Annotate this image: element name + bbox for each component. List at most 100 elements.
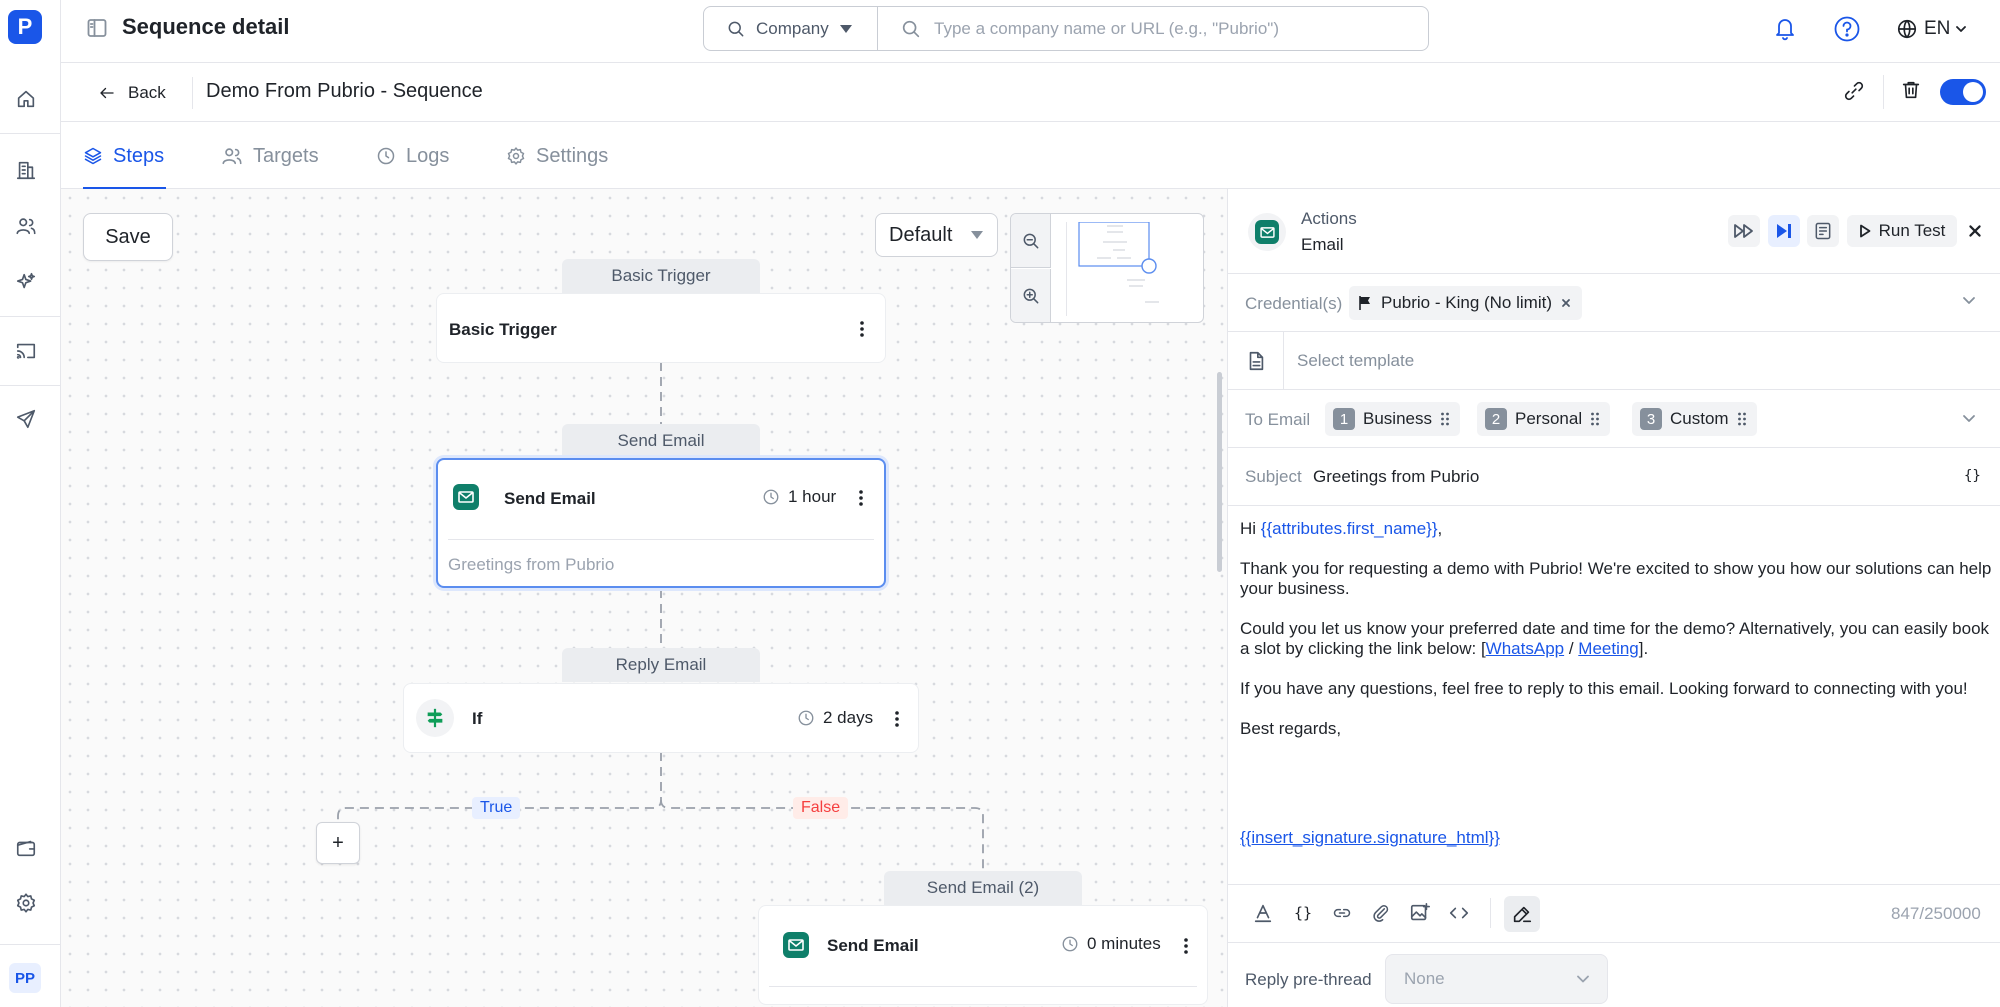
run-test-button[interactable]: Run Test bbox=[1847, 215, 1957, 247]
code-icon[interactable] bbox=[1446, 900, 1472, 926]
play-icon bbox=[1859, 224, 1871, 238]
more-vertical-icon[interactable] bbox=[859, 319, 865, 339]
send-email-node[interactable]: Send Email 1 hour Greetings from Pubrio bbox=[436, 458, 886, 588]
branch-icon bbox=[416, 699, 454, 737]
trigger-node[interactable]: Basic Trigger bbox=[436, 293, 886, 363]
flag-icon bbox=[1359, 296, 1370, 310]
save-button[interactable]: Save bbox=[83, 213, 173, 261]
run-test-label: Run Test bbox=[1878, 221, 1946, 240]
preview-button[interactable] bbox=[1807, 215, 1839, 247]
to-email-chip-personal[interactable]: 2 Personal bbox=[1477, 402, 1611, 436]
zoom-in-button[interactable] bbox=[1011, 269, 1051, 322]
chip-order: 2 bbox=[1485, 408, 1507, 430]
subject-label: Subject bbox=[1245, 467, 1302, 486]
zoom-out-icon bbox=[1023, 233, 1038, 248]
signature-variable[interactable]: {{insert_signature.signature_html}} bbox=[1240, 828, 1500, 848]
node-delay: 0 minutes bbox=[1061, 934, 1161, 954]
email-action-icon bbox=[1248, 213, 1286, 251]
whatsapp-link[interactable]: WhatsApp bbox=[1486, 639, 1564, 658]
more-vertical-icon[interactable] bbox=[894, 709, 900, 729]
node-tag-send-email: Send Email bbox=[562, 424, 760, 458]
character-count: 847/250000 bbox=[1891, 904, 1981, 923]
drag-handle-icon[interactable] bbox=[1590, 411, 1600, 427]
chevron-down-icon[interactable] bbox=[1962, 414, 1976, 424]
bell-icon[interactable] bbox=[1773, 15, 1799, 43]
step-forward-icon bbox=[1777, 224, 1791, 238]
template-select[interactable]: Select template bbox=[1297, 351, 1414, 371]
body-paragraph: Could you let us know your preferred dat… bbox=[1240, 619, 1990, 658]
chevron-down-icon bbox=[1956, 26, 1967, 32]
paperclip-icon[interactable] bbox=[1368, 900, 1394, 926]
drag-handle-icon[interactable] bbox=[1440, 411, 1450, 427]
email-icon bbox=[453, 484, 479, 510]
remove-icon[interactable] bbox=[1560, 297, 1572, 309]
language-select[interactable]: EN bbox=[1896, 10, 1986, 48]
layout-select[interactable]: Default bbox=[875, 213, 998, 257]
zoom-panel bbox=[1010, 213, 1204, 323]
node-tag-trigger: Basic Trigger bbox=[562, 259, 760, 293]
divider bbox=[1883, 75, 1884, 109]
pen-icon bbox=[1513, 906, 1532, 923]
divider bbox=[1490, 898, 1491, 928]
branch-false-label: False bbox=[793, 797, 849, 819]
reply-prethread-select[interactable]: None bbox=[1385, 954, 1608, 1004]
image-icon[interactable] bbox=[1407, 900, 1433, 926]
step-forward-button[interactable] bbox=[1768, 215, 1800, 247]
zoom-out-button[interactable] bbox=[1011, 214, 1051, 268]
divider bbox=[1283, 332, 1284, 390]
sequence-enabled-toggle[interactable] bbox=[1940, 79, 1986, 105]
node-divider bbox=[448, 539, 874, 540]
clock-icon bbox=[798, 710, 814, 726]
skip-forward-button[interactable] bbox=[1728, 215, 1760, 247]
subject-input[interactable]: Greetings from Pubrio bbox=[1313, 467, 1479, 487]
to-email-chip-business[interactable]: 1 Business bbox=[1325, 402, 1460, 436]
clock-icon bbox=[763, 489, 779, 505]
to-email-label: To Email bbox=[1245, 410, 1311, 429]
close-icon[interactable] bbox=[1964, 220, 1986, 242]
drag-handle-icon[interactable] bbox=[1737, 411, 1747, 427]
chevron-down-icon[interactable] bbox=[1962, 296, 1976, 306]
chip-order: 1 bbox=[1333, 408, 1355, 430]
send-email-2-node[interactable]: Send Email 0 minutes bbox=[758, 905, 1208, 1005]
clock-icon bbox=[1062, 936, 1078, 952]
minimap[interactable] bbox=[1066, 222, 1196, 316]
toggle-knob bbox=[1963, 82, 1983, 102]
body-paragraph: If you have any questions, feel free to … bbox=[1240, 679, 1968, 698]
email-icon bbox=[783, 932, 809, 958]
help-icon[interactable] bbox=[1833, 15, 1861, 43]
credentials-row bbox=[1228, 274, 2000, 332]
fast-forward-icon bbox=[1734, 224, 1753, 238]
credentials-label: Credential(s) bbox=[1245, 294, 1343, 313]
globe-icon bbox=[1897, 19, 1917, 39]
body-signoff: Best regards, bbox=[1240, 719, 1342, 738]
panel-type: Email bbox=[1301, 235, 1344, 254]
to-email-chip-custom[interactable]: 3 Custom bbox=[1632, 402, 1757, 436]
trash-icon[interactable] bbox=[1900, 79, 1924, 103]
variable-braces-icon[interactable]: {} bbox=[1290, 900, 1316, 926]
signature-button[interactable] bbox=[1504, 896, 1540, 932]
more-vertical-icon[interactable] bbox=[858, 488, 864, 508]
email-body-editor[interactable]: Hi {{attributes.first_name}}, Thank you … bbox=[1240, 519, 1992, 759]
chip-label: Custom bbox=[1670, 409, 1729, 428]
add-step-button[interactable]: + bbox=[316, 822, 360, 864]
more-vertical-icon[interactable] bbox=[1183, 936, 1189, 956]
link-icon[interactable] bbox=[1843, 80, 1867, 104]
reply-prethread-label: Reply pre-thread bbox=[1245, 970, 1372, 989]
panel-category: Actions bbox=[1301, 209, 1357, 228]
chevron-down-icon bbox=[1577, 975, 1589, 983]
text-format-icon[interactable] bbox=[1250, 900, 1276, 926]
meeting-link[interactable]: Meeting bbox=[1578, 639, 1638, 658]
variable-braces-icon[interactable]: {} bbox=[1964, 468, 1981, 484]
reply-prethread-value: None bbox=[1404, 969, 1445, 988]
chip-label: Business bbox=[1363, 409, 1432, 428]
node-subject: Greetings from Pubrio bbox=[448, 555, 615, 574]
link-icon[interactable] bbox=[1329, 900, 1355, 926]
credential-chip[interactable]: Pubrio - King (No limit) bbox=[1349, 286, 1582, 320]
node-delay: 1 hour bbox=[762, 487, 836, 507]
canvas-scrollbar[interactable] bbox=[1217, 372, 1222, 572]
node-title: Send Email bbox=[827, 936, 919, 955]
if-condition-node[interactable]: If 2 days bbox=[403, 683, 919, 753]
zoom-in-icon bbox=[1023, 288, 1038, 304]
node-title: If bbox=[472, 709, 483, 728]
chip-label: Personal bbox=[1515, 409, 1583, 428]
